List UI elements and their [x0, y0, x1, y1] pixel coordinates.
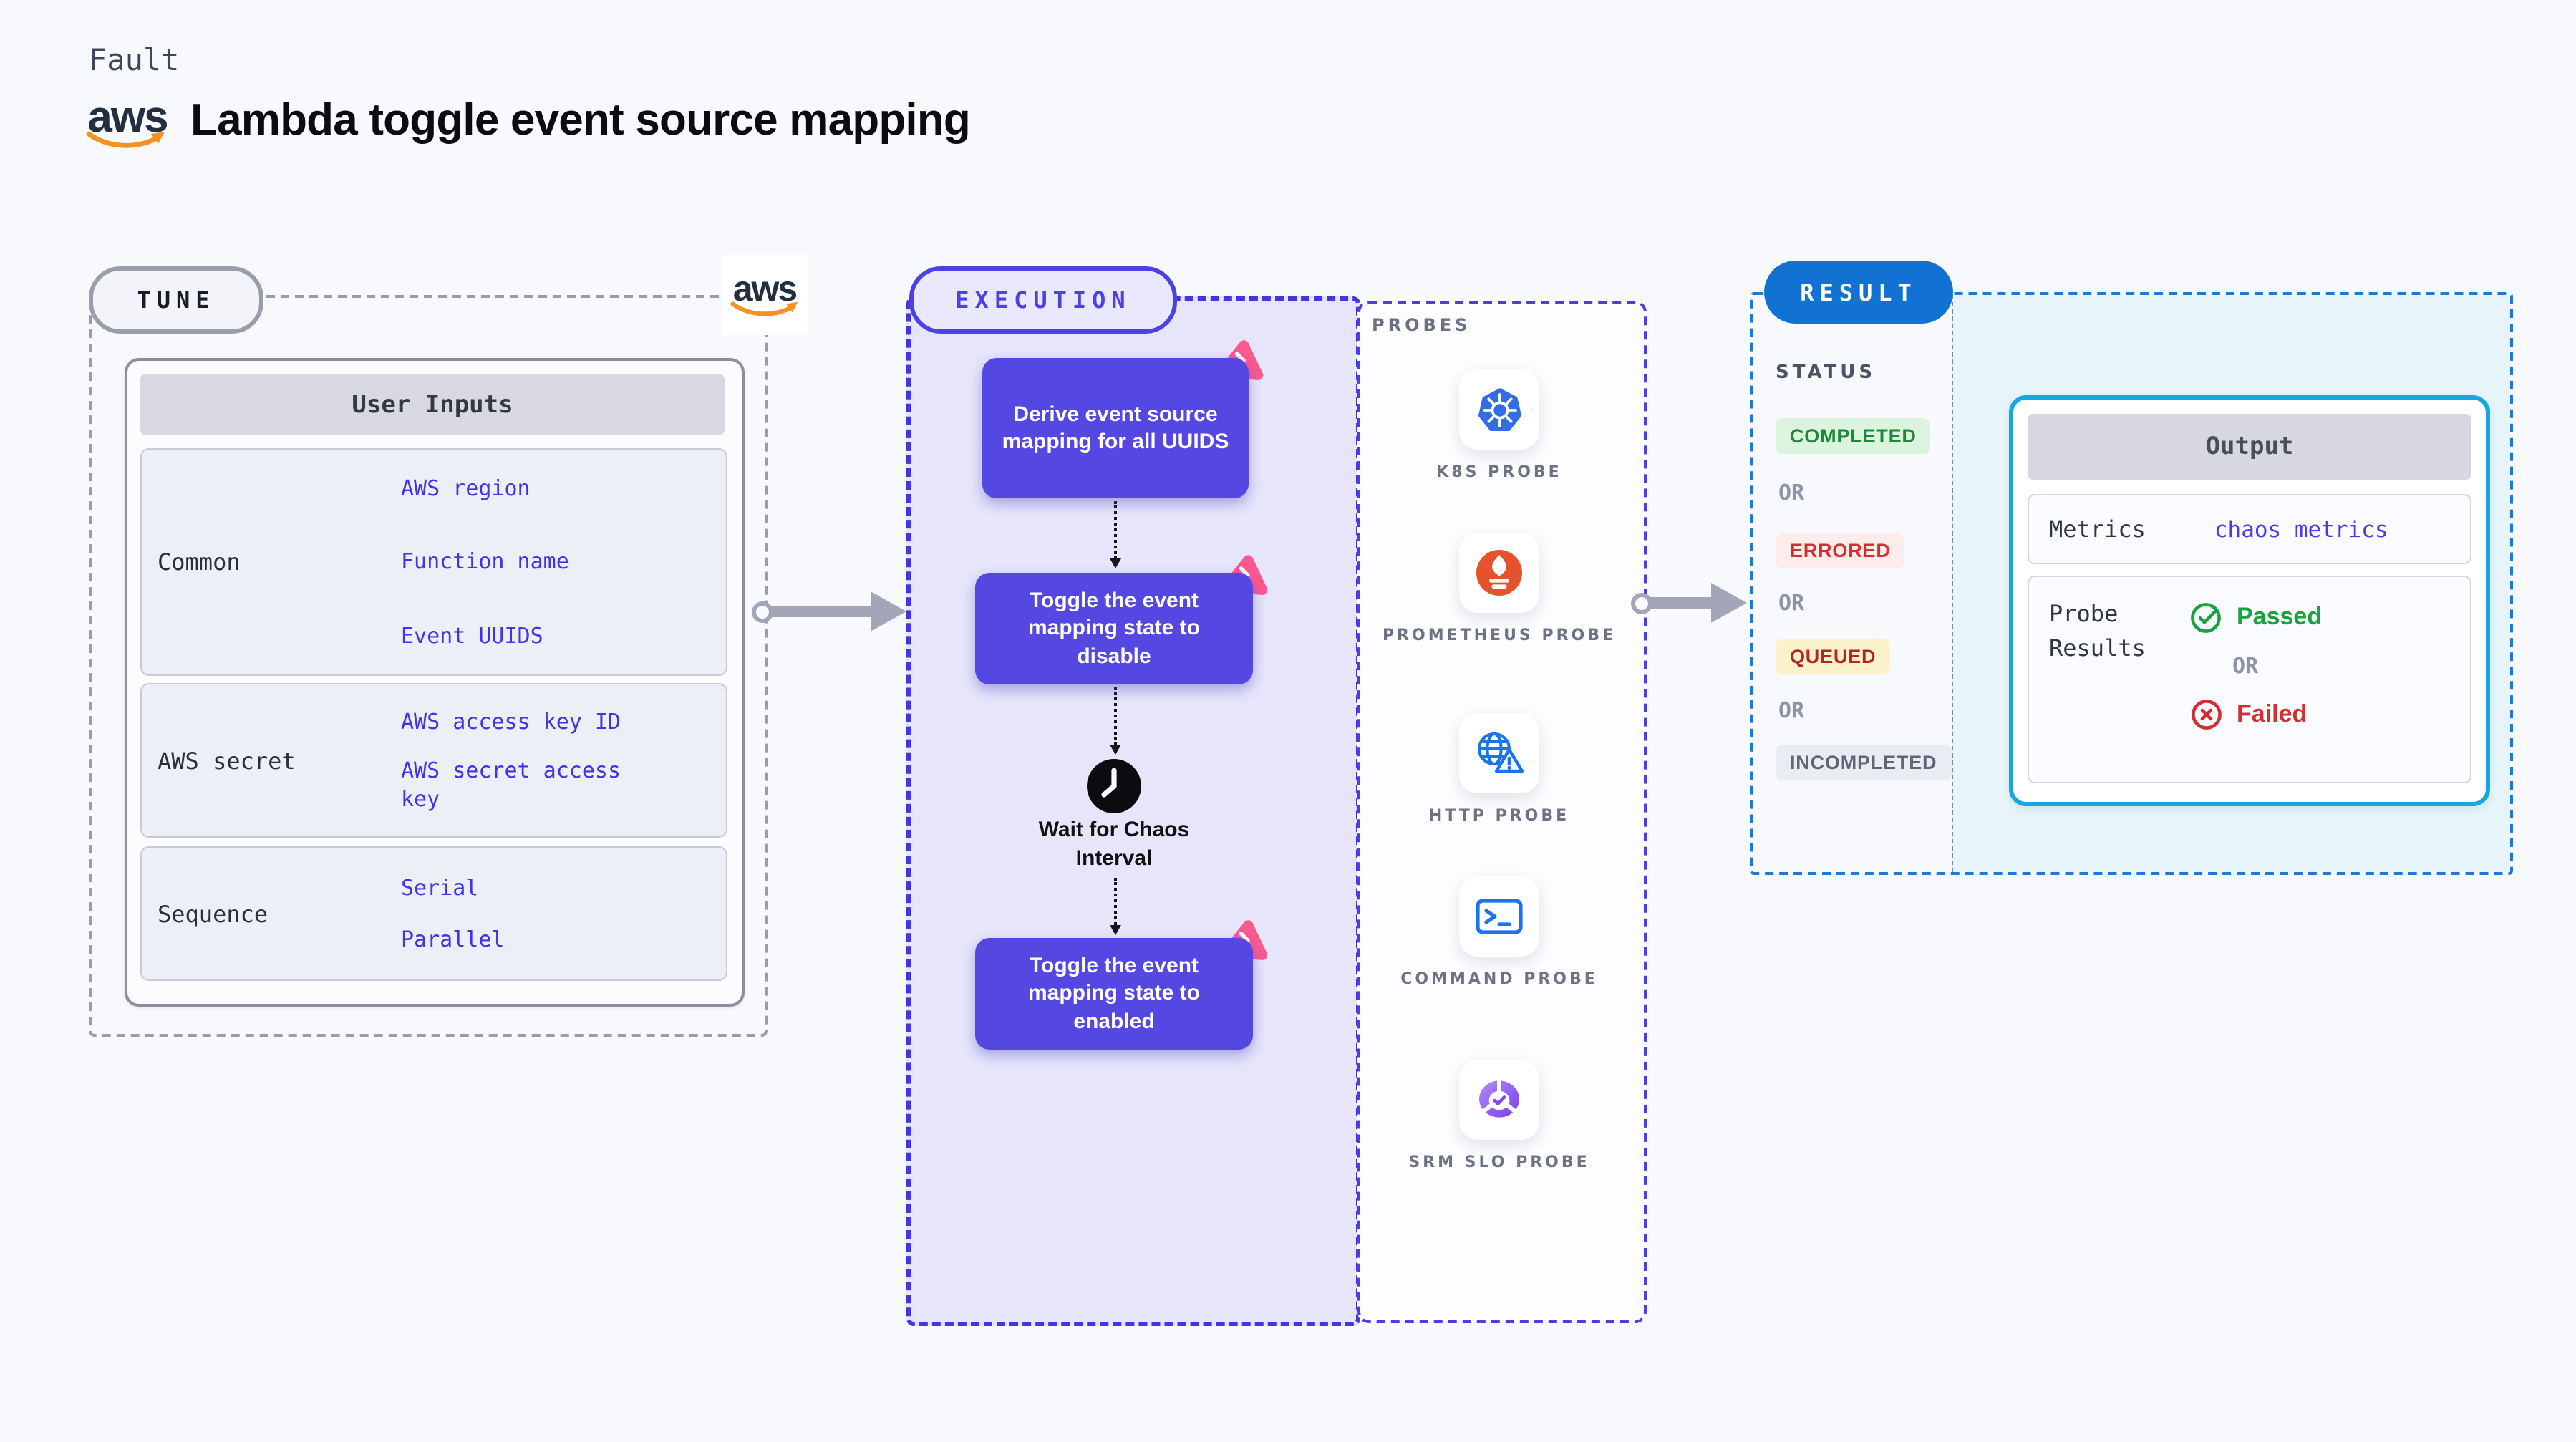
link-aws-region[interactable]: AWS region: [401, 474, 667, 503]
failed-label: Failed: [2237, 700, 2308, 727]
kubernetes-icon: [1477, 387, 1521, 430]
probe-label-command: COMMAND PROBE: [1400, 969, 1598, 988]
probe-card-http: [1459, 713, 1539, 793]
aws-logo: aws: [86, 95, 169, 152]
link-event-uuids[interactable]: Event UUIDS: [401, 621, 667, 650]
aws-smile-icon: [730, 301, 798, 316]
probe-label-k8s: K8S PROBE: [1436, 463, 1562, 481]
row-label: Sequence: [158, 900, 268, 927]
row-links: Serial Parallel: [401, 874, 667, 954]
check-circle-icon: [2191, 603, 2221, 633]
probes-label: PROBES: [1372, 315, 1471, 335]
tune-badge: TUNE: [89, 266, 263, 334]
or-separator: OR: [1778, 480, 1805, 505]
wait-clock-icon: [1087, 759, 1141, 813]
result-badge: RESULT: [1764, 261, 1953, 324]
row-links: AWS access key ID AWS secret access key: [401, 707, 667, 814]
row-label: Common: [158, 548, 241, 576]
aws-logo-tune: aws: [722, 255, 808, 335]
probe-card-command: [1459, 876, 1539, 957]
link-function-name[interactable]: Function name: [401, 548, 667, 577]
user-inputs-header: User Inputs: [140, 374, 725, 435]
probe-card-prometheus: [1459, 533, 1539, 613]
probe-result-failed: Failed: [2189, 697, 2322, 732]
step-label: Toggle the event mapping state to enable…: [975, 938, 1253, 1050]
output-card: Output Metrics chaos metrics Probe Resul…: [2009, 395, 2490, 806]
flow-arrow-down: [1110, 878, 1121, 935]
output-row-probe-results: Probe Results Passed OR Failed: [2028, 576, 2471, 783]
probe-card-srm-slo: [1459, 1060, 1539, 1140]
or-separator: OR: [1778, 590, 1805, 616]
link-aws-secret-access-key[interactable]: AWS secret access key: [401, 756, 667, 814]
terminal-icon: [1476, 899, 1523, 934]
flow-arrow-down: [1110, 501, 1121, 568]
page-title: Lambda toggle event source mapping: [190, 95, 971, 145]
status-badge-queued: QUEUED: [1776, 639, 1891, 674]
link-serial[interactable]: Serial: [401, 874, 667, 904]
probe-label-http: HTTP PROBE: [1428, 806, 1570, 825]
probe-label-srm-slo: SRM SLO PROBE: [1408, 1153, 1590, 1171]
link-aws-access-key-id[interactable]: AWS access key ID: [401, 707, 667, 736]
status-badge-errored: ERRORED: [1776, 533, 1905, 568]
output-row-metrics: Metrics chaos metrics: [2028, 494, 2471, 564]
step-label: Toggle the event mapping state to disabl…: [975, 573, 1253, 684]
chaos-metrics-link[interactable]: chaos metrics: [2214, 516, 2388, 542]
probe-results-values: Passed OR Failed: [2189, 600, 2322, 732]
probe-results-label: Probe Results: [2049, 600, 2146, 662]
or-separator: OR: [2232, 653, 2259, 679]
row-label: AWS secret: [158, 747, 296, 774]
table-row-common: Common AWS region Function name Event UU…: [140, 448, 727, 676]
row-links: AWS region Function name Event UUIDS: [401, 474, 667, 650]
prometheus-icon: [1476, 550, 1522, 596]
flow-arrow-down: [1110, 687, 1121, 755]
status-badge-completed: COMPLETED: [1776, 418, 1931, 454]
table-row-sequence: Sequence Serial Parallel: [140, 846, 727, 981]
wait-for-chaos-interval-label: Wait for Chaos Interval: [1038, 818, 1190, 870]
probe-label-prometheus: PROMETHEUS PROBE: [1382, 626, 1617, 644]
metrics-label: Metrics: [2049, 516, 2146, 543]
execution-badge: EXECUTION: [909, 266, 1177, 334]
fault-eyebrow: Fault: [89, 43, 180, 77]
probe-result-passed: Passed: [2189, 600, 2322, 634]
step-toggle-mapping-disable: Toggle the event mapping state to disabl…: [975, 555, 1268, 684]
step-derive-event-source-mapping: Derive event source mapping for all UUID…: [982, 340, 1264, 498]
step-label: Derive event source mapping for all UUID…: [982, 358, 1249, 498]
diagram-canvas: Fault aws Lambda toggle event source map…: [0, 0, 2576, 1442]
aws-wordmark: aws: [87, 92, 168, 142]
passed-label: Passed: [2237, 603, 2323, 630]
status-label: STATUS: [1776, 362, 1877, 384]
probe-card-k8s: [1459, 369, 1539, 450]
status-badge-incompleted: INCOMPLETED: [1776, 745, 1952, 780]
globe-warning-icon: [1477, 732, 1524, 773]
step-toggle-mapping-enable: Toggle the event mapping state to enable…: [975, 920, 1268, 1050]
x-circle-icon: [2192, 700, 2222, 730]
table-row-aws-secret: AWS secret AWS access key ID AWS secret …: [140, 683, 727, 838]
link-parallel[interactable]: Parallel: [401, 924, 667, 954]
slo-donut-icon: [1479, 1080, 1519, 1118]
output-header: Output: [2028, 414, 2471, 480]
or-separator: OR: [1778, 697, 1805, 723]
